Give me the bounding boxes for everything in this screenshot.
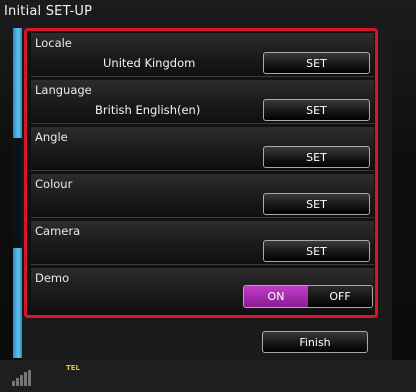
tel-indicator: TEL [66, 364, 81, 372]
setting-label: Demo [35, 271, 70, 285]
setting-value: United Kingdom [103, 56, 196, 70]
setting-label: Angle [35, 130, 68, 144]
finish-button[interactable]: Finish [262, 331, 368, 353]
setting-label: Language [35, 83, 92, 97]
demo-toggle: ON OFF [243, 285, 373, 308]
colour-set-button[interactable]: SET [263, 193, 370, 215]
setting-label: Locale [35, 36, 72, 50]
locale-set-button[interactable]: SET [263, 52, 370, 74]
demo-off-button[interactable]: OFF [308, 286, 372, 307]
settings-frame: Locale United Kingdom SET Language Briti… [24, 28, 378, 318]
angle-set-button[interactable]: SET [263, 146, 370, 168]
setting-row-demo: Demo ON OFF [31, 268, 374, 314]
setting-row-camera: Camera SET [31, 221, 374, 265]
language-set-button[interactable]: SET [263, 99, 370, 121]
setting-row-locale: Locale United Kingdom SET [31, 33, 374, 77]
demo-on-button[interactable]: ON [244, 286, 308, 307]
screen-title: Initial SET-UP [4, 4, 93, 19]
setting-row-language: Language British English(en) SET [31, 80, 374, 124]
setting-label: Colour [35, 177, 73, 191]
setting-label: Camera [35, 224, 81, 238]
camera-set-button[interactable]: SET [263, 240, 370, 262]
accent-strip [13, 28, 22, 358]
setup-screen: Initial SET-UP Locale United Kingdom SET… [0, 0, 416, 392]
accent-strip-shadow [13, 138, 22, 248]
setting-row-colour: Colour SET [31, 174, 374, 218]
setting-row-angle: Angle SET [31, 127, 374, 171]
setting-value: British English(en) [95, 103, 201, 117]
signal-icon [12, 370, 31, 386]
status-bar: TEL [0, 360, 416, 392]
